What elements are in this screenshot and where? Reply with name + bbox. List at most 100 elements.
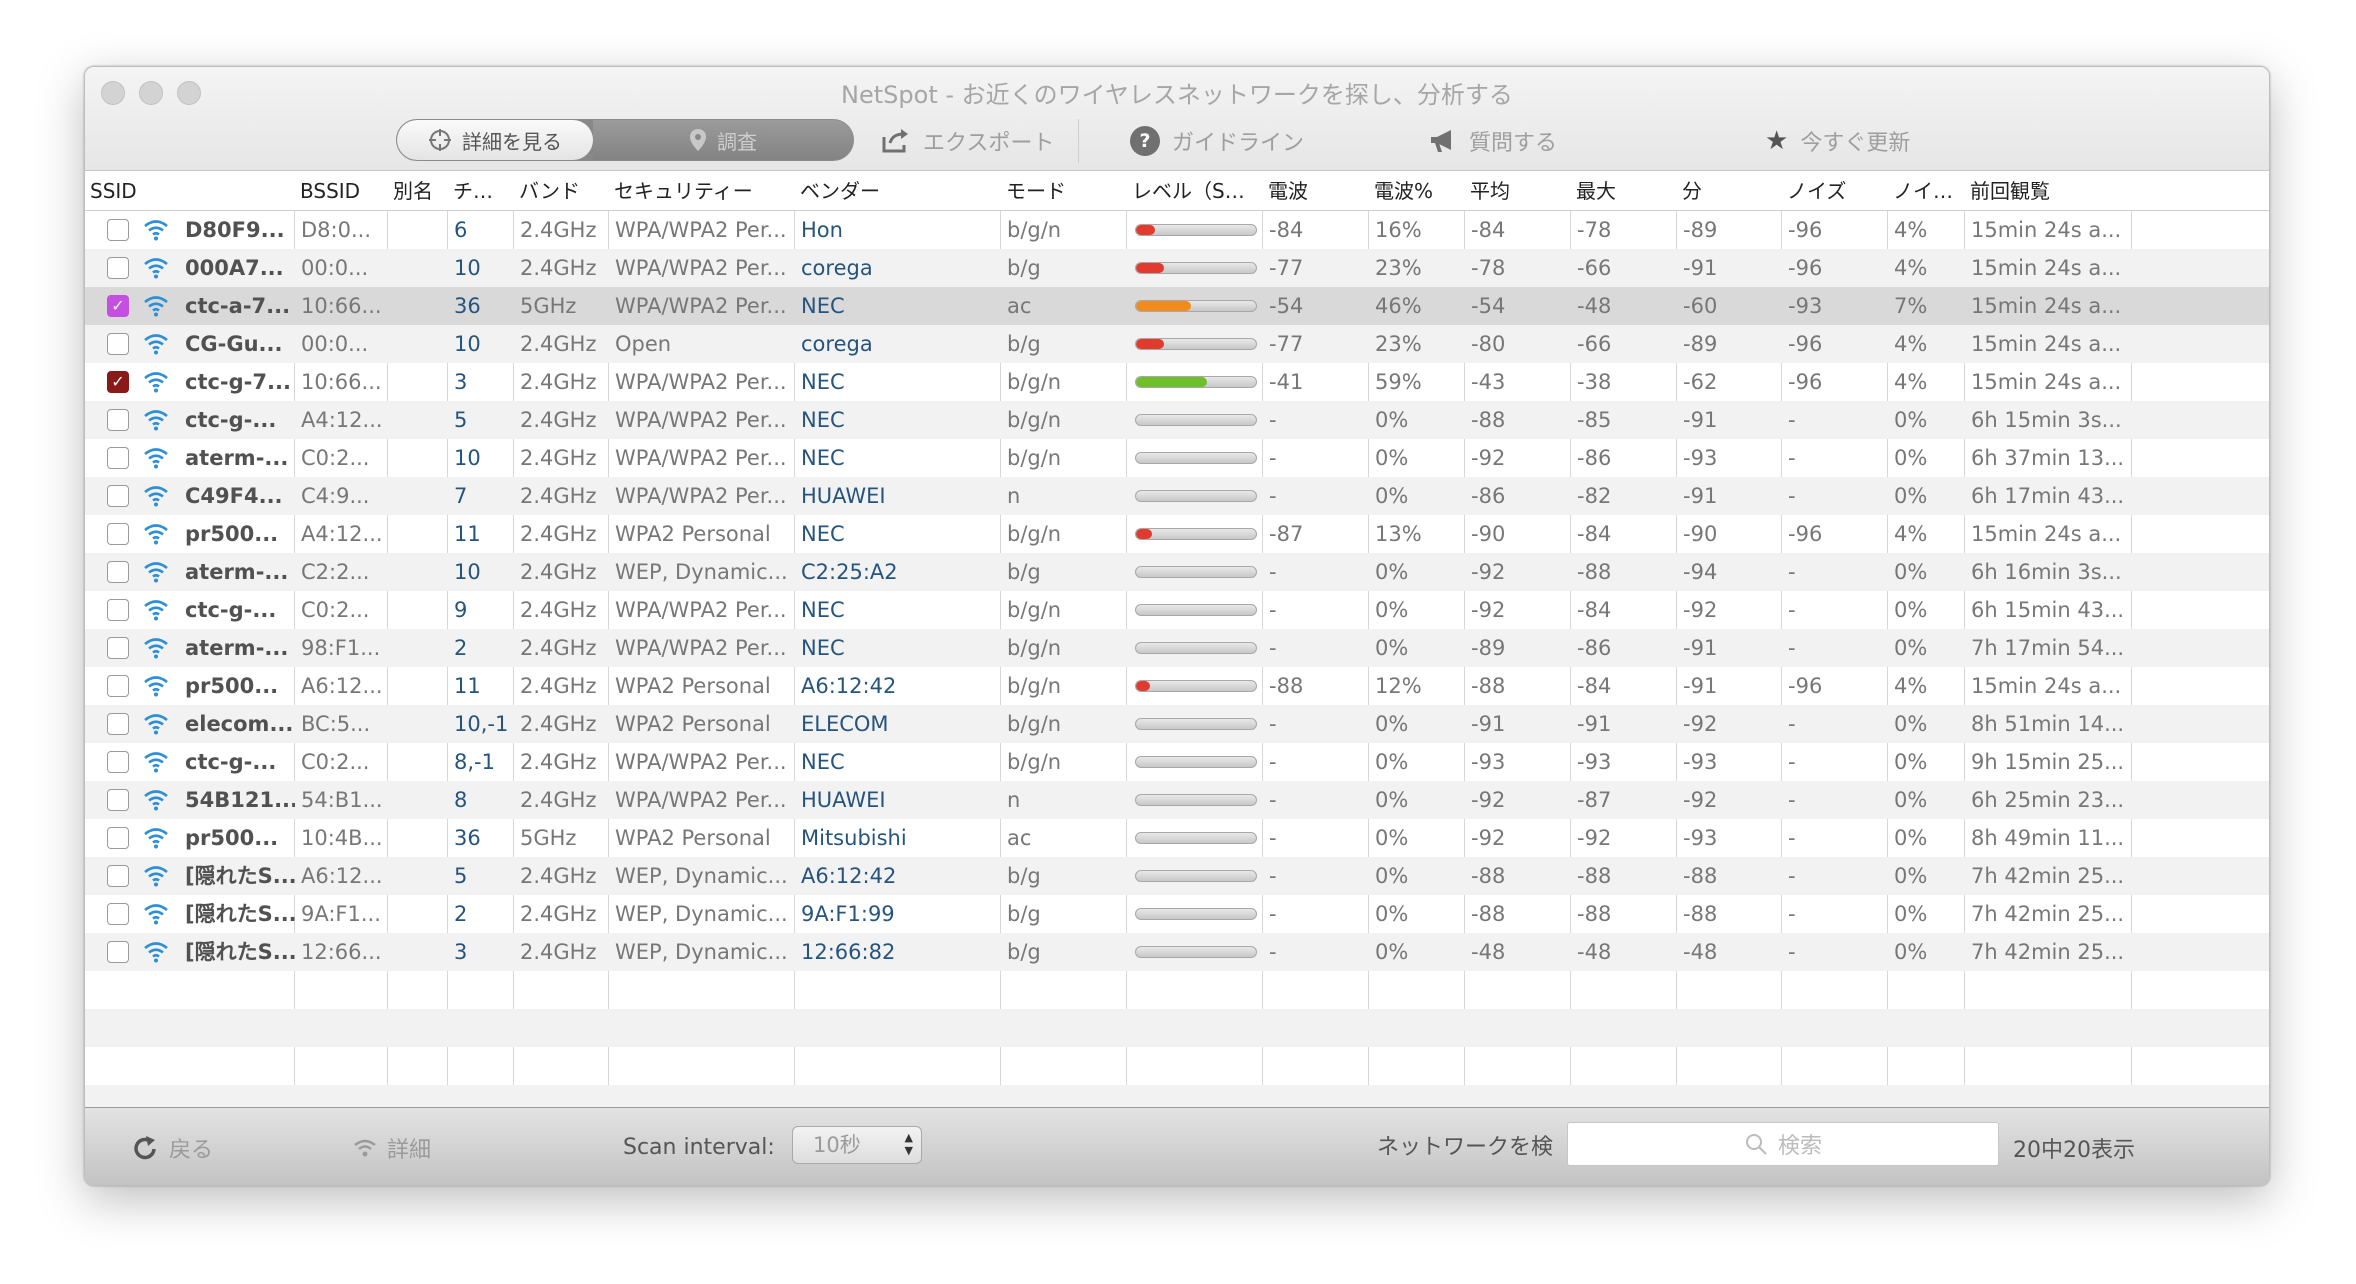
row-checkbox[interactable]: [107, 409, 129, 431]
cell-signal: -: [1269, 788, 1277, 812]
export-button[interactable]: エクスポート: [881, 125, 1054, 157]
cell-minimum: -91: [1683, 408, 1718, 432]
mode-segmented-control[interactable]: 詳細を見る 調査: [396, 119, 854, 161]
wifi-signal-icon: [143, 940, 169, 964]
table-row[interactable]: aterm-... 98:F1... 2 2.4GHz WPA/WPA2 Per... N…: [85, 629, 2269, 667]
table-row[interactable]: 000A7... 00:0... 10 2.4GHz WPA/WPA2 Per... co…: [85, 249, 2269, 287]
back-label: 戻る: [169, 1138, 214, 1163]
cell-bssid: BC:5...: [301, 712, 371, 736]
guidelines-button[interactable]: ? ガイドライン: [1130, 125, 1304, 157]
column-header-noise-percent[interactable]: ノイ…: [1888, 171, 1965, 211]
table-row[interactable]: elecom... BC:5... 10,-1 2.4GHz WPA2 Personal…: [85, 705, 2269, 743]
row-checkbox[interactable]: [107, 219, 129, 241]
column-header-channel[interactable]: チ…: [448, 171, 514, 211]
row-checkbox[interactable]: [107, 941, 129, 963]
row-checkbox[interactable]: [107, 447, 129, 469]
row-checkbox[interactable]: [107, 637, 129, 659]
cell-mode: n: [1007, 788, 1021, 812]
table-row[interactable]: C49F4... C4:9... 7 2.4GHz WPA/WPA2 Per... HUA…: [85, 477, 2269, 515]
column-header-average[interactable]: 平均: [1465, 171, 1571, 211]
details-button[interactable]: 詳細: [353, 1132, 431, 1164]
row-checkbox[interactable]: [107, 827, 129, 849]
column-header-signal[interactable]: 電波: [1263, 171, 1369, 211]
table-row[interactable]: ctc-g-... C0:2... 8,-1 2.4GHz WPA/WPA2 Per..…: [85, 743, 2269, 781]
table-row[interactable]: ✓ ctc-a-7... 10:66... 36 5GHz WPA/WPA2 Per...…: [85, 287, 2269, 325]
row-checkbox[interactable]: [107, 713, 129, 735]
cell-last-seen: 6h 17min 43...: [1971, 484, 2125, 508]
table-row[interactable]: D80F9... D8:0... 6 2.4GHz WPA/WPA2 Per... Hon…: [85, 211, 2269, 249]
column-header-alias[interactable]: 別名: [388, 171, 448, 211]
ask-question-button[interactable]: 質問する: [1429, 125, 1557, 157]
column-header-ssid[interactable]: SSID: [85, 171, 295, 211]
cell-last-seen: 6h 15min 43...: [1971, 598, 2125, 622]
table-row[interactable]: pr500... A6:12... 11 2.4GHz WPA2 Personal A6:…: [85, 667, 2269, 705]
cell-signal: -: [1269, 446, 1277, 470]
table-row[interactable]: pr500... A4:12... 11 2.4GHz WPA2 Personal NEC…: [85, 515, 2269, 553]
cell-last-seen: 15min 24s a...: [1971, 218, 2122, 242]
table-row[interactable]: aterm-... C2:2... 10 2.4GHz WEP, Dynamic... C…: [85, 553, 2269, 591]
column-header-last-seen[interactable]: 前回観覧: [1965, 171, 2132, 211]
cell-band: 2.4GHz: [520, 864, 597, 888]
row-checkbox[interactable]: ✓: [107, 371, 129, 393]
column-header-vendor[interactable]: ベンダー: [795, 171, 1001, 211]
cell-level: [1127, 591, 1263, 629]
search-input[interactable]: 検索: [1567, 1122, 1999, 1166]
cell-minimum: -94: [1683, 560, 1718, 584]
cell-level: [1127, 667, 1263, 705]
cell-signal-percent: 0%: [1375, 446, 1409, 470]
cell-last-seen: 8h 49min 11...: [1971, 826, 2125, 850]
cell-last-seen: 15min 24s a...: [1971, 370, 2122, 394]
survey-mode-button[interactable]: 調査: [593, 120, 853, 160]
table-row[interactable]: ctc-g-... A4:12... 5 2.4GHz WPA/WPA2 Per... N…: [85, 401, 2269, 439]
table-row[interactable]: 54B121... 54:B1... 8 2.4GHz WPA/WPA2 Per... H…: [85, 781, 2269, 819]
cell-security: WPA/WPA2 Per...: [615, 636, 787, 660]
row-checkbox[interactable]: [107, 675, 129, 697]
row-checkbox[interactable]: [107, 257, 129, 279]
cell-security: WPA/WPA2 Per...: [615, 750, 787, 774]
row-checkbox[interactable]: [107, 865, 129, 887]
cell-alias: [388, 515, 448, 553]
column-header-signal-percent[interactable]: 電波%: [1369, 171, 1465, 211]
column-header-level[interactable]: レベル（S…: [1127, 171, 1263, 211]
back-button[interactable]: 戻る: [131, 1132, 213, 1164]
row-checkbox[interactable]: [107, 561, 129, 583]
discover-mode-button[interactable]: 詳細を見る: [397, 120, 593, 160]
cell-vendor: NEC: [801, 636, 845, 660]
cell-signal-percent: 0%: [1375, 940, 1409, 964]
table-row[interactable]: [隠れたS... 9A:F1... 2 2.4GHz WEP, Dynamic... 9A…: [85, 895, 2269, 933]
column-header-maximum[interactable]: 最大: [1571, 171, 1677, 211]
row-checkbox[interactable]: [107, 485, 129, 507]
scan-interval-select[interactable]: 10秒 ▲ ▼: [792, 1126, 922, 1164]
cell-noise: -96: [1788, 674, 1823, 698]
cell-signal-percent: 0%: [1375, 636, 1409, 660]
column-header-mode[interactable]: モード: [1001, 171, 1127, 211]
column-header-security[interactable]: セキュリティー: [609, 171, 795, 211]
cell-security: Open: [615, 332, 672, 356]
row-checkbox[interactable]: [107, 523, 129, 545]
row-checkbox[interactable]: ✓: [107, 295, 129, 317]
cell-level: [1127, 439, 1263, 477]
cell-ssid: aterm-...: [185, 636, 289, 660]
column-header-band[interactable]: バンド: [514, 171, 609, 211]
cell-channel: 36: [454, 826, 481, 850]
row-checkbox[interactable]: [107, 751, 129, 773]
table-row[interactable]: [隠れたS... A6:12... 5 2.4GHz WEP, Dynamic... A6…: [85, 857, 2269, 895]
row-checkbox[interactable]: [107, 333, 129, 355]
table-row[interactable]: [隠れたS... 12:66... 3 2.4GHz WEP, Dynamic... 12…: [85, 933, 2269, 971]
column-header-noise[interactable]: ノイズ: [1782, 171, 1888, 211]
table-row[interactable]: aterm-... C0:2... 10 2.4GHz WPA/WPA2 Per... N…: [85, 439, 2269, 477]
row-checkbox[interactable]: [107, 789, 129, 811]
column-header-bssid[interactable]: BSSID: [295, 171, 388, 211]
export-label: エクスポート: [923, 131, 1055, 156]
row-checkbox[interactable]: [107, 903, 129, 925]
cell-band: 2.4GHz: [520, 940, 597, 964]
table-row[interactable]: CG-Gu... 00:0... 10 2.4GHz Open corega b/g -77 2…: [85, 325, 2269, 363]
cell-security: WPA2 Personal: [615, 674, 771, 698]
update-now-button[interactable]: ★ 今すぐ更新: [1765, 125, 1910, 157]
row-checkbox[interactable]: [107, 599, 129, 621]
table-row[interactable]: ✓ ctc-g-7... 10:66... 3 2.4GHz WPA/WPA2 Per..…: [85, 363, 2269, 401]
column-header-minimum[interactable]: 分: [1677, 171, 1782, 211]
scan-interval-label: Scan interval:: [623, 1135, 775, 1160]
table-row[interactable]: ctc-g-... C0:2... 9 2.4GHz WPA/WPA2 Per... NE…: [85, 591, 2269, 629]
table-row[interactable]: pr500... 10:4B... 36 5GHz WPA2 Personal Mitsu…: [85, 819, 2269, 857]
